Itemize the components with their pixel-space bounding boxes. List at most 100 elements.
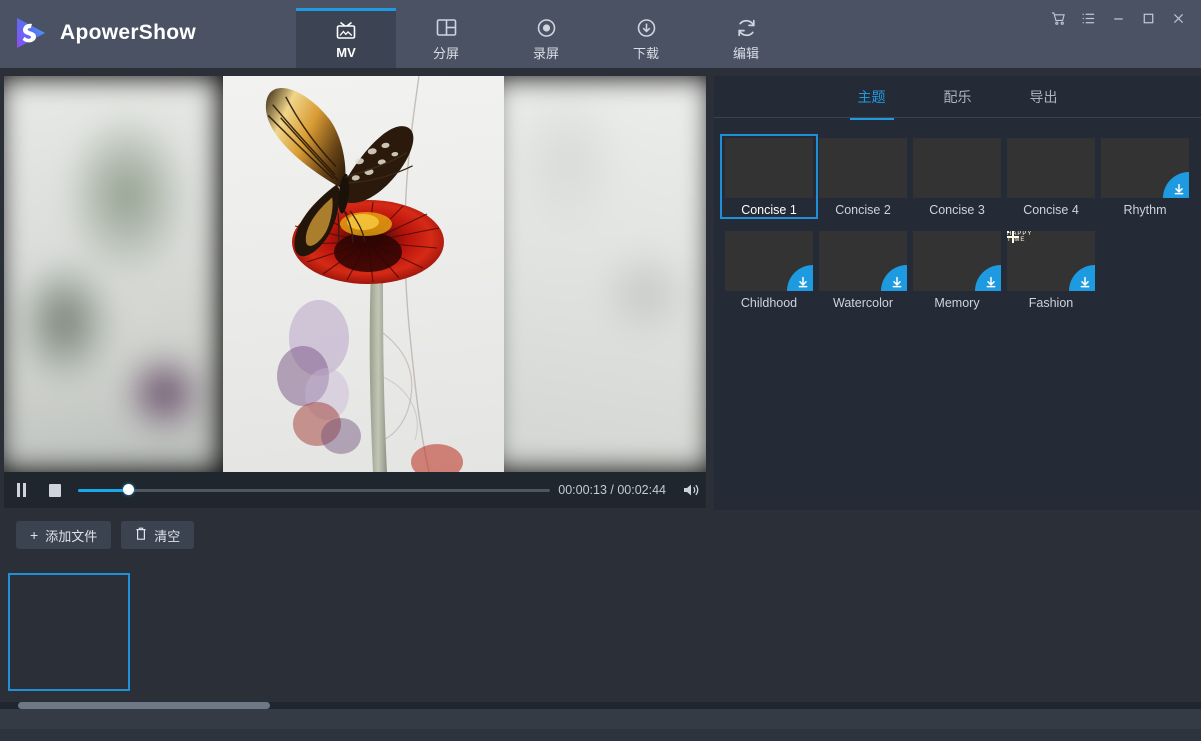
media-filmstrip <box>0 566 1201 708</box>
tab-music-label: 配乐 <box>944 87 972 107</box>
fashion-overlay-text: HAPPY TIME <box>1007 231 1032 243</box>
theme-item-concise-4[interactable]: Concise 4 <box>1004 136 1098 217</box>
theme-item-concise-2[interactable]: Concise 2 <box>816 136 910 217</box>
theme-thumbnail <box>1007 138 1095 198</box>
theme-item-childhood[interactable]: Childhood <box>722 229 816 310</box>
tab-theme[interactable]: 主题 <box>848 76 896 118</box>
download-badge-icon[interactable] <box>787 265 813 291</box>
theme-thumbnail <box>725 231 813 291</box>
panel-tabs-divider <box>714 117 1201 118</box>
thumbnail-image <box>508 577 622 687</box>
pause-button[interactable] <box>4 472 38 508</box>
download-icon <box>635 16 658 40</box>
thumbnail-image <box>12 577 126 687</box>
theme-item-memory[interactable]: Memory <box>910 229 1004 310</box>
theme-label: Concise 1 <box>741 203 797 217</box>
theme-label: Rhythm <box>1123 203 1166 217</box>
tab-edit[interactable]: 编辑 <box>696 9 796 68</box>
stop-button[interactable] <box>38 472 72 508</box>
tv-icon <box>334 18 358 42</box>
stop-icon <box>49 484 61 497</box>
tab-record-label: 录屏 <box>533 43 559 62</box>
list-item[interactable] <box>8 573 130 691</box>
theme-panel: 主题 配乐 导出 Concise 1 Concise 2 Concise 3 <box>714 76 1201 510</box>
list-item[interactable] <box>752 573 874 691</box>
download-badge-icon[interactable] <box>881 265 907 291</box>
download-badge-icon[interactable] <box>1163 172 1189 198</box>
filmstrip-scrollbar-thumb[interactable] <box>18 702 270 709</box>
tab-edit-label: 编辑 <box>733 43 759 62</box>
download-badge-icon[interactable] <box>1069 265 1095 291</box>
theme-label: Concise 3 <box>929 203 985 217</box>
theme-thumbnail <box>819 138 907 198</box>
plus-icon: + <box>30 528 38 542</box>
list-item[interactable] <box>380 573 502 691</box>
theme-thumbnail <box>1101 138 1189 198</box>
volume-button[interactable] <box>676 472 706 508</box>
tab-export[interactable]: 导出 <box>1020 76 1068 118</box>
panel-tabs: 主题 配乐 导出 <box>714 76 1201 118</box>
minimize-icon[interactable] <box>1103 4 1133 32</box>
list-item[interactable] <box>876 573 998 691</box>
player-controls: 00:00:13 / 00:02:44 <box>4 472 706 508</box>
theme-item-concise-1[interactable]: Concise 1 <box>722 136 816 217</box>
thumbnail-image <box>1128 577 1201 687</box>
volume-icon <box>682 482 700 498</box>
cart-icon[interactable] <box>1043 4 1073 32</box>
clear-label: 清空 <box>154 526 180 545</box>
clear-button[interactable]: 清空 <box>121 521 194 549</box>
record-icon <box>535 16 558 40</box>
tab-mv-label: MV <box>336 45 356 60</box>
tab-record[interactable]: 录屏 <box>496 9 596 68</box>
preview-blur-right <box>490 76 706 472</box>
add-file-label: 添加文件 <box>45 526 97 545</box>
tab-split-screen-label: 分屏 <box>433 43 459 62</box>
thumbnail-image <box>632 577 746 687</box>
theme-thumbnail <box>725 138 813 198</box>
close-icon[interactable] <box>1163 4 1193 32</box>
trash-icon <box>135 527 147 543</box>
thumbnail-image <box>136 577 250 687</box>
list-item[interactable] <box>628 573 750 691</box>
brand: ApowerShow <box>12 14 196 52</box>
thumbnail-image <box>384 577 498 687</box>
brand-name: ApowerShow <box>60 21 196 45</box>
seek-track <box>78 489 550 492</box>
maximize-icon[interactable] <box>1133 4 1163 32</box>
list-item[interactable] <box>1124 573 1201 691</box>
theme-label: Concise 2 <box>835 203 891 217</box>
theme-thumbnail: HAPPY TIME <box>1007 231 1095 291</box>
theme-item-concise-3[interactable]: Concise 3 <box>910 136 1004 217</box>
time-display: 00:00:13 / 00:02:44 <box>558 483 666 497</box>
apowershow-window: ApowerShow MV <box>0 0 1201 741</box>
add-file-button[interactable]: + 添加文件 <box>16 521 111 549</box>
preview-blur-left <box>4 76 220 472</box>
theme-label: Watercolor <box>833 296 893 310</box>
tab-music[interactable]: 配乐 <box>934 76 982 118</box>
theme-label: Fashion <box>1029 296 1073 310</box>
list-item[interactable] <box>1000 573 1122 691</box>
tab-mv[interactable]: MV <box>296 9 396 68</box>
filmstrip-items <box>8 573 1201 691</box>
theme-thumbnail <box>913 138 1001 198</box>
seek-handle[interactable] <box>123 484 134 495</box>
theme-label: Concise 4 <box>1023 203 1079 217</box>
list-item[interactable] <box>504 573 626 691</box>
theme-item-fashion[interactable]: HAPPY TIME Fashion <box>1004 229 1098 310</box>
theme-label: Memory <box>934 296 979 310</box>
theme-item-rhythm[interactable]: Rhythm <box>1098 136 1192 217</box>
list-item[interactable] <box>256 573 378 691</box>
list-item[interactable] <box>132 573 254 691</box>
title-bar: ApowerShow MV <box>0 0 1201 68</box>
video-preview[interactable] <box>4 76 706 472</box>
tab-split-screen[interactable]: 分屏 <box>396 9 496 68</box>
menu-list-icon[interactable] <box>1073 4 1103 32</box>
download-badge-icon[interactable] <box>975 265 1001 291</box>
tab-download[interactable]: 下载 <box>596 9 696 68</box>
thumbnail-image <box>1004 577 1118 687</box>
theme-grid: Concise 1 Concise 2 Concise 3 Concise 4 <box>714 118 1201 322</box>
thumbnail-image <box>880 577 994 687</box>
theme-thumbnail <box>819 231 907 291</box>
seek-bar[interactable] <box>78 472 550 508</box>
theme-item-watercolor[interactable]: Watercolor <box>816 229 910 310</box>
